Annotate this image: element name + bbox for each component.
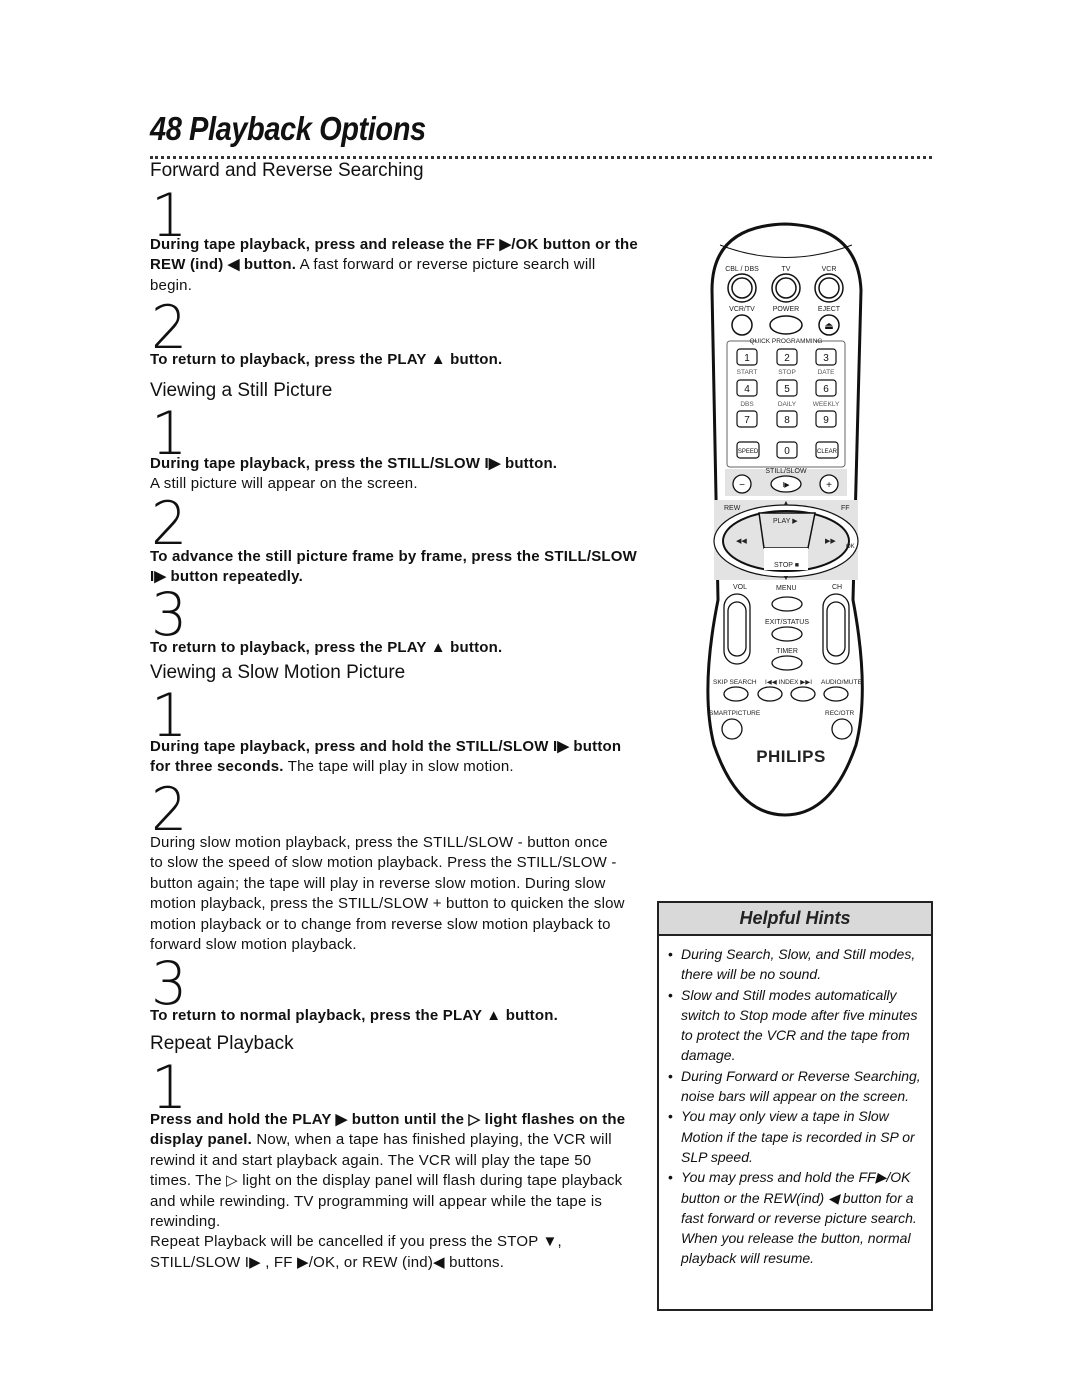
label-timer: TIMER <box>776 648 798 655</box>
label-exit-status: EXIT/STATUS <box>765 619 809 626</box>
label-smartpicture: SMARTPICTURE <box>709 710 761 717</box>
label-tv: TV <box>782 266 791 273</box>
manual-page: 48 Playback Options Forward and Reverse … <box>0 0 1080 1397</box>
menu-button[interactable] <box>771 596 803 612</box>
minus-icon: − <box>739 480 745 491</box>
timer-button[interactable] <box>771 655 803 671</box>
label-eject: EJECT <box>818 306 841 313</box>
plus-icon: + <box>826 480 832 491</box>
label-play: PLAY ▶ <box>773 518 798 525</box>
speed-label: SPEED <box>738 449 759 455</box>
vcrtv-button[interactable] <box>731 314 753 336</box>
label-index: I◀◀ INDEX ▶▶I <box>765 679 812 686</box>
label-ok: OK <box>846 544 855 550</box>
number-key-label: 3 <box>823 353 829 364</box>
rewind-button[interactable]: ◀◀ <box>736 538 747 545</box>
label-vcrtv: VCR/TV <box>729 306 755 313</box>
label-start: START <box>737 369 758 376</box>
label-stop: STOP <box>778 369 796 376</box>
label-still-slow: STILL/SLOW <box>765 468 807 475</box>
label-stop-button: STOP ■ <box>774 562 799 569</box>
label-dbs: DBS <box>740 401 754 408</box>
number-key-label: 5 <box>784 384 790 395</box>
label-rew: REW <box>724 505 741 512</box>
label-skip-search: SKIP SEARCH <box>713 679 757 686</box>
up-arrow-icon: ▲ <box>783 500 790 507</box>
number-key-label: 1 <box>744 353 750 364</box>
label-power: POWER <box>773 306 799 313</box>
clear-label: CLEAR <box>817 449 838 455</box>
label-otr: REC/OTR <box>825 710 855 717</box>
number-key-label: 2 <box>784 353 790 364</box>
label-cbl: CBL / DBS <box>725 266 759 273</box>
index-back-button[interactable] <box>757 686 783 702</box>
label-vol: VOL <box>733 584 747 591</box>
number-key-label: 8 <box>784 415 790 426</box>
smartpicture-button[interactable] <box>721 718 743 740</box>
number-key-label: 4 <box>744 384 750 395</box>
label-weekly: WEEKLY <box>813 401 840 408</box>
number-key-label: 7 <box>744 415 750 426</box>
power-button[interactable] <box>769 315 803 335</box>
label-audio-mute: AUDIO/MUTE <box>821 679 862 686</box>
label-menu: MENU <box>776 585 797 592</box>
label-date: DATE <box>818 369 836 376</box>
fast-forward-button[interactable]: ▶▶ <box>825 538 836 545</box>
remote-control-illustration: CBL / DBS TV VCR VCR/TV POWER EJECT ⏏ QU… <box>706 222 864 817</box>
skip-search-button[interactable] <box>723 686 749 702</box>
exit-status-button[interactable] <box>771 626 803 642</box>
otr-button[interactable] <box>831 718 853 740</box>
label-ff: FF <box>841 505 850 512</box>
audio-mute-button[interactable] <box>823 686 849 702</box>
number-key-label: 0 <box>784 446 790 457</box>
down-arrow-icon: ▼ <box>783 575 790 582</box>
number-key-label: 9 <box>823 415 829 426</box>
number-key-label: 6 <box>823 384 829 395</box>
label-daily: DAILY <box>778 401 797 408</box>
label-vcr: VCR <box>822 266 837 273</box>
still-slow-icon: I▶ <box>782 482 790 489</box>
philips-logo: PHILIPS <box>756 747 826 766</box>
eject-icon: ⏏ <box>824 321 833 332</box>
label-quick-programming: QUICK PROGRAMMING <box>750 338 823 345</box>
index-forward-button[interactable] <box>790 686 816 702</box>
label-ch: CH <box>832 584 842 591</box>
